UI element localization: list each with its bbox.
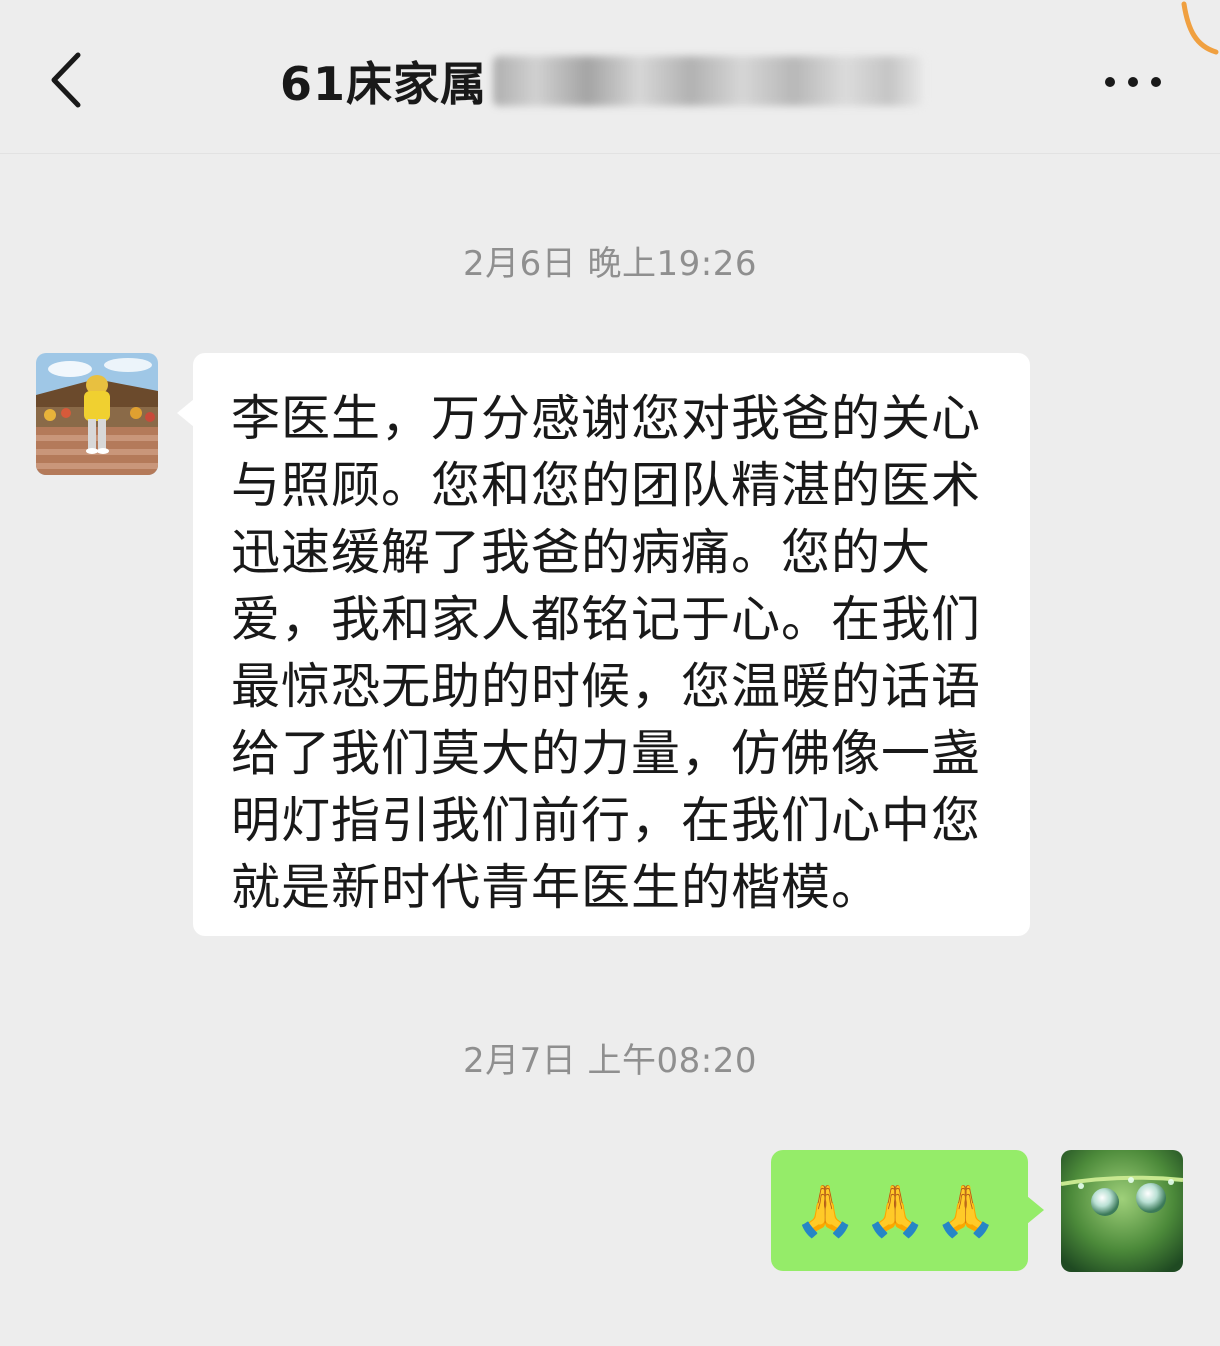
chat-header: 61床家属 (0, 0, 1220, 154)
orange-annotation-mark (1181, 1, 1219, 55)
message-timestamp: 2月6日 晚上19:26 (462, 244, 758, 284)
outgoing-message-bubble[interactable]: 🙏🙏🙏 (771, 1150, 1044, 1271)
message-timestamp: 2月7日 上午08:20 (462, 1041, 758, 1081)
chat-title-area: 61床家属 (280, 48, 924, 114)
message-text: 李医生，万分感谢您对我爸的关心与照顾。您和您的团队精湛的医术迅速缓解了我爸的病痛… (231, 390, 982, 916)
back-button[interactable] (40, 45, 100, 115)
redacted-contact-info (493, 56, 924, 106)
more-dots-icon (1105, 77, 1161, 87)
more-options-button[interactable] (1098, 60, 1168, 104)
incoming-message-bubble[interactable]: 李医生，万分感谢您对我爸的关心与照顾。您和您的团队精湛的医术迅速缓解了我爸的病痛… (177, 353, 1030, 936)
contact-avatar[interactable] (36, 353, 158, 475)
folded-hands-emoji: 🙏🙏🙏 (794, 1181, 1005, 1240)
chat-title: 61床家属 (280, 57, 488, 111)
my-avatar[interactable] (1061, 1150, 1183, 1272)
back-chevron-icon (51, 52, 81, 108)
